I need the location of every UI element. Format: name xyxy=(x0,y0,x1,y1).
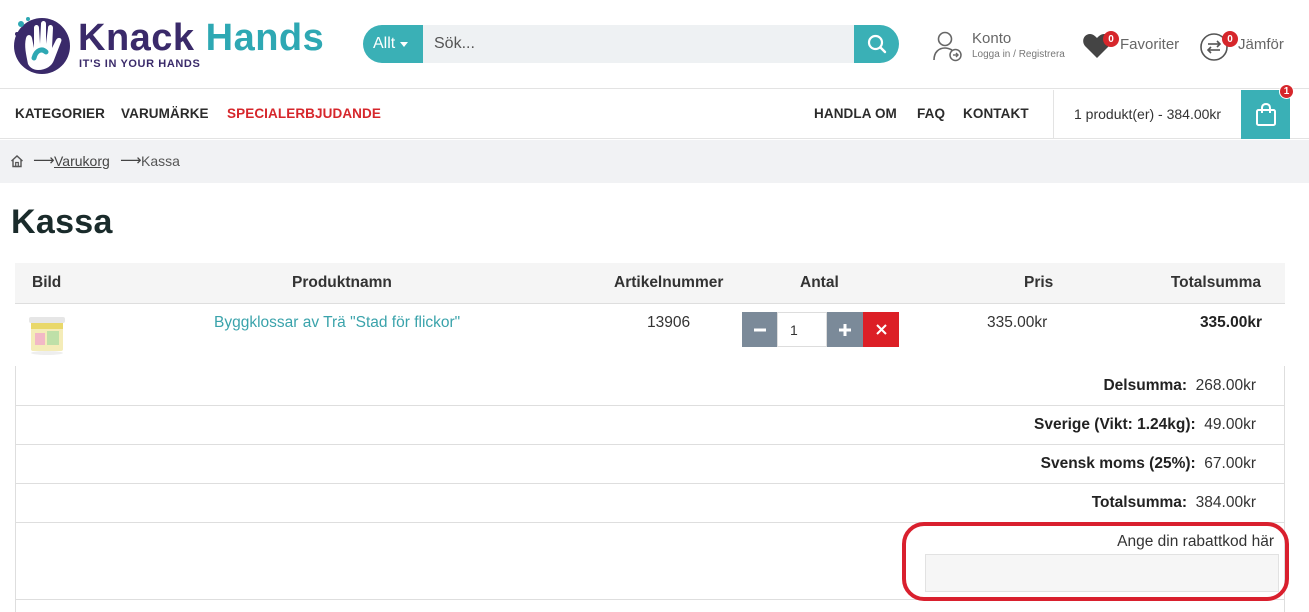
brand-logo[interactable]: Knack Hands IT'S IN YOUR HANDS xyxy=(12,14,324,76)
account-link[interactable]: Konto Logga in / Registrera xyxy=(933,30,1073,64)
plus-icon xyxy=(839,323,851,336)
column-header-antal: Antal xyxy=(800,274,839,291)
column-header-pris: Pris xyxy=(1024,274,1054,291)
tax-row: Svensk moms (25%): 67.00kr xyxy=(1041,455,1256,473)
search-icon xyxy=(867,34,886,54)
cart-count-badge: 1 xyxy=(1279,84,1294,99)
tax-label: Svensk moms (25%): xyxy=(1040,455,1196,472)
search-bar: Allt xyxy=(363,25,899,63)
product-price: 335.00kr xyxy=(987,314,1048,331)
search-button[interactable] xyxy=(854,25,899,63)
grand-total-label: Totalsumma: xyxy=(1091,494,1188,511)
nav-item-handla-om[interactable]: HANDLA OM xyxy=(814,106,897,121)
search-category-dropdown[interactable]: Allt xyxy=(363,25,423,63)
page-title: Kassa xyxy=(11,203,113,241)
site-header: Knack Hands IT'S IN YOUR HANDS Allt Kont… xyxy=(0,0,1309,89)
grand-total-value: 384.00kr xyxy=(1195,494,1256,511)
shipping-value: 49.00kr xyxy=(1204,416,1256,433)
grand-total-row: Totalsumma: 384.00kr xyxy=(1092,494,1256,512)
table-row: Byggklossar av Trä "Stad för flickor" 13… xyxy=(15,304,1285,366)
product-name-link[interactable]: Byggklossar av Trä "Stad för flickor" xyxy=(214,314,460,332)
cart-table-header: Bild Produktnamn Artikelnummer Antal Pri… xyxy=(15,263,1285,304)
column-header-produktnamn: Produktnamn xyxy=(292,274,392,291)
nav-item-faq[interactable]: FAQ xyxy=(917,106,945,121)
column-header-bild: Bild xyxy=(32,274,62,291)
divider xyxy=(16,483,1284,484)
coupon-label: Ange din rabattkod här xyxy=(1117,533,1274,550)
shipping-row: Sverige (Vikt: 1.24kg): 49.00kr xyxy=(1034,416,1256,434)
breadcrumb-separator-icon: ⟶ xyxy=(33,152,55,169)
remove-item-button[interactable] xyxy=(863,312,899,347)
cart-summary[interactable]: 1 produkt(er) - 384.00kr xyxy=(1053,90,1241,138)
brand-name: Knack Hands xyxy=(78,16,324,60)
main-navigation: KATEGORIER VARUMÄRKE SPECIALERBJUDANDE H… xyxy=(0,84,1309,139)
cart-button[interactable]: 1 xyxy=(1241,84,1294,139)
brand-name-part1: Knack xyxy=(78,17,195,59)
home-icon[interactable] xyxy=(10,154,24,168)
product-thumbnail[interactable] xyxy=(23,313,71,357)
breadcrumb: ⟶ Varukorg ⟶ Kassa xyxy=(0,140,1309,183)
minus-icon xyxy=(753,328,766,331)
search-input[interactable] xyxy=(423,25,855,63)
account-title: Konto xyxy=(972,30,1012,47)
nav-item-specialerbjudande[interactable]: SPECIALERBJUDANDE xyxy=(227,106,381,121)
column-header-artikelnummer: Artikelnummer xyxy=(614,274,724,291)
divider xyxy=(16,444,1284,445)
account-subtitle: Logga in / Registrera xyxy=(972,49,1065,60)
nav-item-varumarke[interactable]: VARUMÄRKE xyxy=(121,106,209,121)
search-category-label: Allt xyxy=(373,35,396,52)
shopping-bag-icon xyxy=(1255,102,1276,126)
nav-item-kontakt[interactable]: KONTAKT xyxy=(963,106,1029,121)
brand-name-part2: Hands xyxy=(205,17,325,59)
divider xyxy=(16,405,1284,406)
close-icon xyxy=(875,324,887,335)
favorites-label: Favoriter xyxy=(1120,36,1180,53)
breadcrumb-current: Kassa xyxy=(141,153,180,169)
column-header-totalsumma: Totalsumma xyxy=(1170,274,1261,291)
nav-item-kategorier[interactable]: KATEGORIER xyxy=(15,106,105,121)
quantity-input[interactable] xyxy=(777,312,827,347)
brand-tagline: IT'S IN YOUR HANDS xyxy=(79,58,201,70)
compare-count-badge: 0 xyxy=(1222,31,1238,47)
user-icon xyxy=(933,31,962,62)
hand-logo-icon xyxy=(14,17,70,74)
product-sku: 13906 xyxy=(647,314,691,331)
breadcrumb-link-varukorg[interactable]: Varukorg xyxy=(54,153,110,169)
compare-label: Jämför xyxy=(1238,36,1284,53)
caret-down-icon xyxy=(400,41,409,47)
divider xyxy=(16,522,1284,523)
order-summary: Delsumma: 268.00kr Sverige (Vikt: 1.24kg… xyxy=(15,366,1285,612)
subtotal-row: Delsumma: 268.00kr xyxy=(1103,377,1256,395)
coupon-code-input[interactable] xyxy=(925,554,1279,592)
quantity-decrease-button[interactable] xyxy=(742,312,777,347)
product-total: 335.00kr xyxy=(1199,314,1262,331)
subtotal-value: 268.00kr xyxy=(1195,377,1256,394)
divider xyxy=(16,599,1284,600)
quantity-increase-button[interactable] xyxy=(827,312,863,347)
breadcrumb-separator-icon: ⟶ xyxy=(120,152,142,169)
favorites-count-badge: 0 xyxy=(1103,31,1119,47)
tax-value: 67.00kr xyxy=(1204,455,1256,472)
subtotal-label: Delsumma: xyxy=(1103,377,1188,394)
shipping-label: Sverige (Vikt: 1.24kg): xyxy=(1034,416,1196,433)
